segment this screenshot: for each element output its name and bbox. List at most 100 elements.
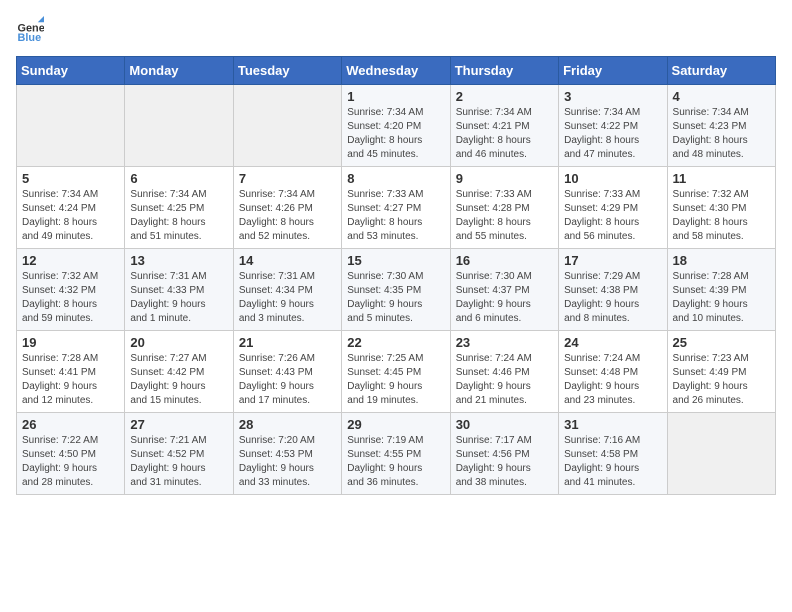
logo-icon: General Blue — [16, 16, 44, 44]
day-info: Sunrise: 7:26 AM Sunset: 4:43 PM Dayligh… — [239, 352, 336, 408]
calendar-cell: 15 Sunrise: 7:30 AM Sunset: 4:35 PM Dayli… — [342, 249, 450, 331]
calendar-cell: 23 Sunrise: 7:24 AM Sunset: 4:46 PM Dayli… — [450, 331, 558, 413]
day-number: 13 — [130, 253, 227, 268]
day-header-tuesday: Tuesday — [233, 57, 341, 85]
calendar-cell — [667, 413, 775, 495]
day-info: Sunrise: 7:30 AM Sunset: 4:35 PM Dayligh… — [347, 270, 444, 326]
day-number: 19 — [22, 335, 119, 350]
calendar-cell: 24 Sunrise: 7:24 AM Sunset: 4:48 PM Dayli… — [559, 331, 667, 413]
calendar-cell: 3 Sunrise: 7:34 AM Sunset: 4:22 PM Daylig… — [559, 85, 667, 167]
day-info: Sunrise: 7:34 AM Sunset: 4:22 PM Dayligh… — [564, 106, 661, 162]
day-info: Sunrise: 7:33 AM Sunset: 4:29 PM Dayligh… — [564, 188, 661, 244]
day-info: Sunrise: 7:28 AM Sunset: 4:39 PM Dayligh… — [673, 270, 770, 326]
calendar-cell: 5Sunrise: 7:34 AM Sunset: 4:24 PM Daylig… — [17, 167, 125, 249]
calendar-cell: 6Sunrise: 7:34 AM Sunset: 4:25 PM Daylig… — [125, 167, 233, 249]
day-number: 18 — [673, 253, 770, 268]
day-info: Sunrise: 7:34 AM Sunset: 4:25 PM Dayligh… — [130, 188, 227, 244]
day-header-sunday: Sunday — [17, 57, 125, 85]
calendar-cell: 8 Sunrise: 7:33 AM Sunset: 4:27 PM Daylig… — [342, 167, 450, 249]
day-info: Sunrise: 7:30 AM Sunset: 4:37 PM Dayligh… — [456, 270, 553, 326]
calendar-cell: 9 Sunrise: 7:33 AM Sunset: 4:28 PM Daylig… — [450, 167, 558, 249]
day-number: 4 — [673, 89, 770, 104]
calendar-cell: 29 Sunrise: 7:19 AM Sunset: 4:55 PM Dayli… — [342, 413, 450, 495]
day-info: Sunrise: 7:29 AM Sunset: 4:38 PM Dayligh… — [564, 270, 661, 326]
day-info: Sunrise: 7:24 AM Sunset: 4:46 PM Dayligh… — [456, 352, 553, 408]
day-info: Sunrise: 7:33 AM Sunset: 4:28 PM Dayligh… — [456, 188, 553, 244]
day-number: 12 — [22, 253, 119, 268]
day-number: 21 — [239, 335, 336, 350]
calendar-cell: 26 Sunrise: 7:22 AM Sunset: 4:50 PM Dayli… — [17, 413, 125, 495]
day-header-monday: Monday — [125, 57, 233, 85]
calendar-cell: 28 Sunrise: 7:20 AM Sunset: 4:53 PM Dayli… — [233, 413, 341, 495]
day-info: Sunrise: 7:20 AM Sunset: 4:53 PM Dayligh… — [239, 434, 336, 490]
day-number: 11 — [673, 171, 770, 186]
day-info: Sunrise: 7:19 AM Sunset: 4:55 PM Dayligh… — [347, 434, 444, 490]
calendar-cell: 11 Sunrise: 7:32 AM Sunset: 4:30 PM Dayli… — [667, 167, 775, 249]
calendar-cell: 18 Sunrise: 7:28 AM Sunset: 4:39 PM Dayli… — [667, 249, 775, 331]
calendar-cell: 31 Sunrise: 7:16 AM Sunset: 4:58 PM Dayli… — [559, 413, 667, 495]
day-number: 2 — [456, 89, 553, 104]
day-info: Sunrise: 7:16 AM Sunset: 4:58 PM Dayligh… — [564, 434, 661, 490]
calendar-cell: 17 Sunrise: 7:29 AM Sunset: 4:38 PM Dayli… — [559, 249, 667, 331]
calendar-cell: 1 Sunrise: 7:34 AM Sunset: 4:20 PM Daylig… — [342, 85, 450, 167]
day-info: Sunrise: 7:25 AM Sunset: 4:45 PM Dayligh… — [347, 352, 444, 408]
day-number: 10 — [564, 171, 661, 186]
calendar-cell: 27Sunrise: 7:21 AM Sunset: 4:52 PM Dayli… — [125, 413, 233, 495]
svg-text:Blue: Blue — [18, 32, 42, 44]
day-number: 1 — [347, 89, 444, 104]
day-info: Sunrise: 7:34 AM Sunset: 4:23 PM Dayligh… — [673, 106, 770, 162]
day-number: 25 — [673, 335, 770, 350]
day-number: 8 — [347, 171, 444, 186]
calendar-cell — [125, 85, 233, 167]
day-header-saturday: Saturday — [667, 57, 775, 85]
day-info: Sunrise: 7:17 AM Sunset: 4:56 PM Dayligh… — [456, 434, 553, 490]
day-info: Sunrise: 7:33 AM Sunset: 4:27 PM Dayligh… — [347, 188, 444, 244]
day-info: Sunrise: 7:34 AM Sunset: 4:20 PM Dayligh… — [347, 106, 444, 162]
day-info: Sunrise: 7:22 AM Sunset: 4:50 PM Dayligh… — [22, 434, 119, 490]
calendar-cell: 22 Sunrise: 7:25 AM Sunset: 4:45 PM Dayli… — [342, 331, 450, 413]
calendar-table: SundayMondayTuesdayWednesdayThursdayFrid… — [16, 56, 776, 495]
logo: General Blue — [16, 16, 48, 44]
calendar-cell: 12Sunrise: 7:32 AM Sunset: 4:32 PM Dayli… — [17, 249, 125, 331]
calendar-cell: 30Sunrise: 7:17 AM Sunset: 4:56 PM Dayli… — [450, 413, 558, 495]
calendar-cell: 13 Sunrise: 7:31 AM Sunset: 4:33 PM Dayli… — [125, 249, 233, 331]
header: General Blue — [16, 16, 776, 44]
day-info: Sunrise: 7:31 AM Sunset: 4:33 PM Dayligh… — [130, 270, 227, 326]
day-header-friday: Friday — [559, 57, 667, 85]
day-number: 28 — [239, 417, 336, 432]
day-info: Sunrise: 7:23 AM Sunset: 4:49 PM Dayligh… — [673, 352, 770, 408]
calendar-cell: 16Sunrise: 7:30 AM Sunset: 4:37 PM Dayli… — [450, 249, 558, 331]
day-header-wednesday: Wednesday — [342, 57, 450, 85]
calendar-cell — [233, 85, 341, 167]
day-number: 5 — [22, 171, 119, 186]
day-number: 31 — [564, 417, 661, 432]
day-number: 23 — [456, 335, 553, 350]
calendar-cell: 7Sunrise: 7:34 AM Sunset: 4:26 PM Daylig… — [233, 167, 341, 249]
day-number: 26 — [22, 417, 119, 432]
day-number: 9 — [456, 171, 553, 186]
calendar-cell: 10 Sunrise: 7:33 AM Sunset: 4:29 PM Dayli… — [559, 167, 667, 249]
day-info: Sunrise: 7:34 AM Sunset: 4:21 PM Dayligh… — [456, 106, 553, 162]
day-number: 22 — [347, 335, 444, 350]
calendar-cell — [17, 85, 125, 167]
day-number: 24 — [564, 335, 661, 350]
day-number: 14 — [239, 253, 336, 268]
calendar-cell: 14 Sunrise: 7:31 AM Sunset: 4:34 PM Dayli… — [233, 249, 341, 331]
calendar-cell: 4 Sunrise: 7:34 AM Sunset: 4:23 PM Daylig… — [667, 85, 775, 167]
day-info: Sunrise: 7:24 AM Sunset: 4:48 PM Dayligh… — [564, 352, 661, 408]
calendar-cell: 20Sunrise: 7:27 AM Sunset: 4:42 PM Dayli… — [125, 331, 233, 413]
day-number: 17 — [564, 253, 661, 268]
day-info: Sunrise: 7:31 AM Sunset: 4:34 PM Dayligh… — [239, 270, 336, 326]
day-number: 20 — [130, 335, 227, 350]
calendar-cell: 21 Sunrise: 7:26 AM Sunset: 4:43 PM Dayli… — [233, 331, 341, 413]
day-header-thursday: Thursday — [450, 57, 558, 85]
day-number: 15 — [347, 253, 444, 268]
day-number: 29 — [347, 417, 444, 432]
calendar-cell: 19Sunrise: 7:28 AM Sunset: 4:41 PM Dayli… — [17, 331, 125, 413]
calendar-cell: 2 Sunrise: 7:34 AM Sunset: 4:21 PM Daylig… — [450, 85, 558, 167]
calendar-cell: 25 Sunrise: 7:23 AM Sunset: 4:49 PM Dayli… — [667, 331, 775, 413]
day-info: Sunrise: 7:32 AM Sunset: 4:30 PM Dayligh… — [673, 188, 770, 244]
day-info: Sunrise: 7:21 AM Sunset: 4:52 PM Dayligh… — [130, 434, 227, 490]
day-info: Sunrise: 7:34 AM Sunset: 4:26 PM Dayligh… — [239, 188, 336, 244]
day-number: 3 — [564, 89, 661, 104]
